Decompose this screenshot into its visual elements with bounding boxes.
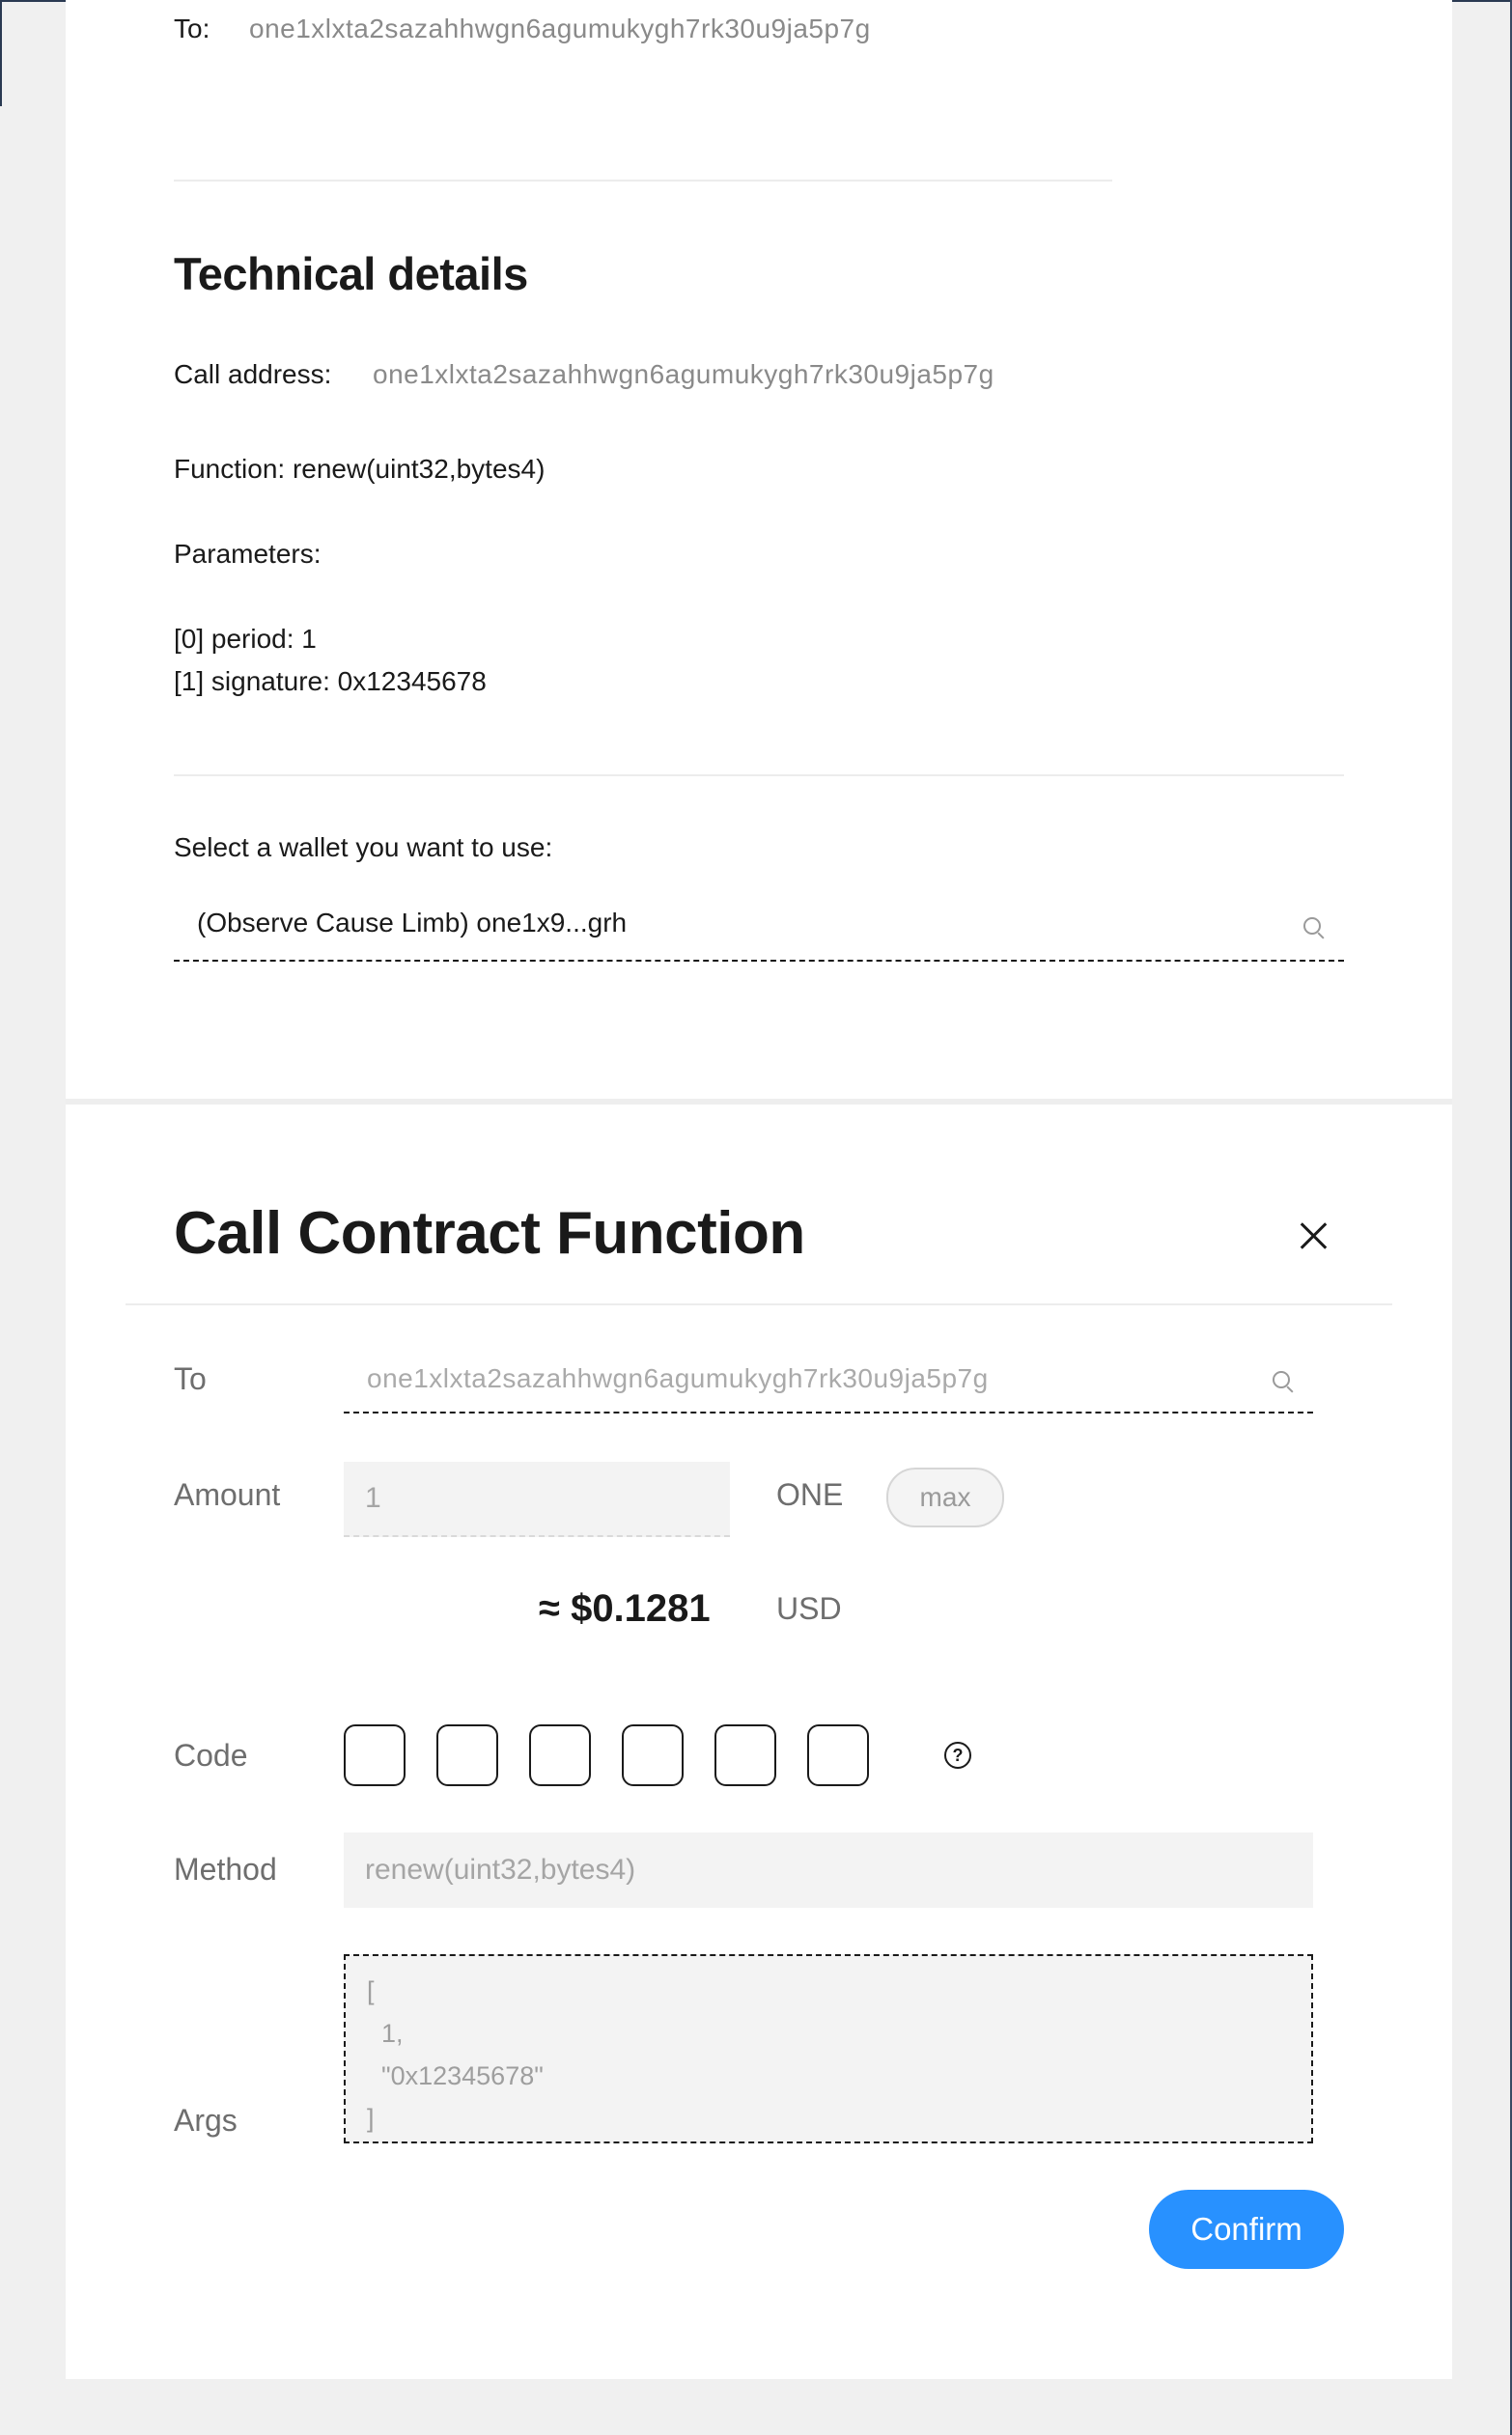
args-field-label: Args bbox=[174, 2103, 238, 2138]
code-digit-input[interactable] bbox=[344, 1724, 406, 1786]
code-digit-input[interactable] bbox=[622, 1724, 684, 1786]
parameter-item: [0] period: 1 bbox=[174, 624, 317, 654]
confirm-button[interactable]: Confirm bbox=[1149, 2190, 1344, 2269]
code-field-label: Code bbox=[174, 1738, 248, 1773]
to-address-select[interactable]: one1xlxta2sazahhwgn6agumukygh7rk30u9ja5p… bbox=[344, 1357, 1313, 1413]
call-contract-modal: Call Contract Function To one1xlxta2saza… bbox=[66, 1105, 1452, 2379]
wallet-select-label: Select a wallet you want to use: bbox=[174, 832, 553, 862]
to-field-label: To bbox=[174, 1361, 207, 1396]
parameters-label: Parameters: bbox=[174, 539, 322, 569]
usd-unit: USD bbox=[776, 1591, 842, 1626]
method-input[interactable]: renew(uint32,bytes4) bbox=[344, 1833, 1313, 1908]
question-circle-icon[interactable]: ? bbox=[944, 1742, 971, 1769]
max-button[interactable]: max bbox=[886, 1468, 1004, 1527]
wallet-select[interactable]: (Observe Cause Limb) one1x9...grh bbox=[174, 908, 1344, 962]
parameter-item: [1] signature: 0x12345678 bbox=[174, 666, 487, 696]
args-line: 1, bbox=[367, 2019, 404, 2048]
modal-title: Call Contract Function bbox=[174, 1200, 805, 1267]
args-line: "0x12345678" bbox=[367, 2061, 544, 2090]
call-address-label: Call address: bbox=[174, 359, 332, 389]
code-digit-input[interactable] bbox=[714, 1724, 776, 1786]
close-icon[interactable] bbox=[1298, 1220, 1329, 1251]
code-digit-input[interactable] bbox=[436, 1724, 498, 1786]
code-digit-input[interactable] bbox=[807, 1724, 869, 1786]
function-text: Function: renew(uint32,bytes4) bbox=[174, 454, 546, 484]
amount-input[interactable]: 1 bbox=[344, 1462, 730, 1537]
to-address-value: one1xlxta2sazahhwgn6agumukygh7rk30u9ja5p… bbox=[367, 1363, 989, 1393]
args-line: [ bbox=[367, 1976, 375, 2005]
wallet-select-value: (Observe Cause Limb) one1x9...grh bbox=[197, 908, 628, 938]
call-address-value: one1xlxta2sazahhwgn6agumukygh7rk30u9ja5p… bbox=[373, 359, 994, 389]
search-icon bbox=[1273, 1371, 1290, 1388]
args-line: ] bbox=[367, 2104, 375, 2133]
search-icon bbox=[1303, 917, 1321, 935]
method-field-label: Method bbox=[174, 1852, 277, 1887]
modal-header-divider bbox=[126, 1303, 1392, 1305]
amount-field-label: Amount bbox=[174, 1477, 281, 1512]
technical-details-title: Technical details bbox=[174, 248, 528, 299]
section-divider bbox=[174, 774, 1344, 776]
to-address: one1xlxta2sazahhwgn6agumukygh7rk30u9ja5p… bbox=[249, 14, 871, 43]
args-textarea[interactable]: [ 1, "0x12345678" ] bbox=[344, 1954, 1313, 2143]
amount-unit: ONE bbox=[776, 1477, 844, 1512]
transaction-details-card: To: one1xlxta2sazahhwgn6agumukygh7rk30u9… bbox=[66, 0, 1452, 1099]
window-left-border bbox=[0, 0, 2, 106]
to-label: To: bbox=[174, 14, 210, 43]
code-digit-input[interactable] bbox=[529, 1724, 591, 1786]
usd-value: ≈ $0.1281 bbox=[539, 1587, 711, 1630]
section-divider bbox=[174, 180, 1112, 182]
